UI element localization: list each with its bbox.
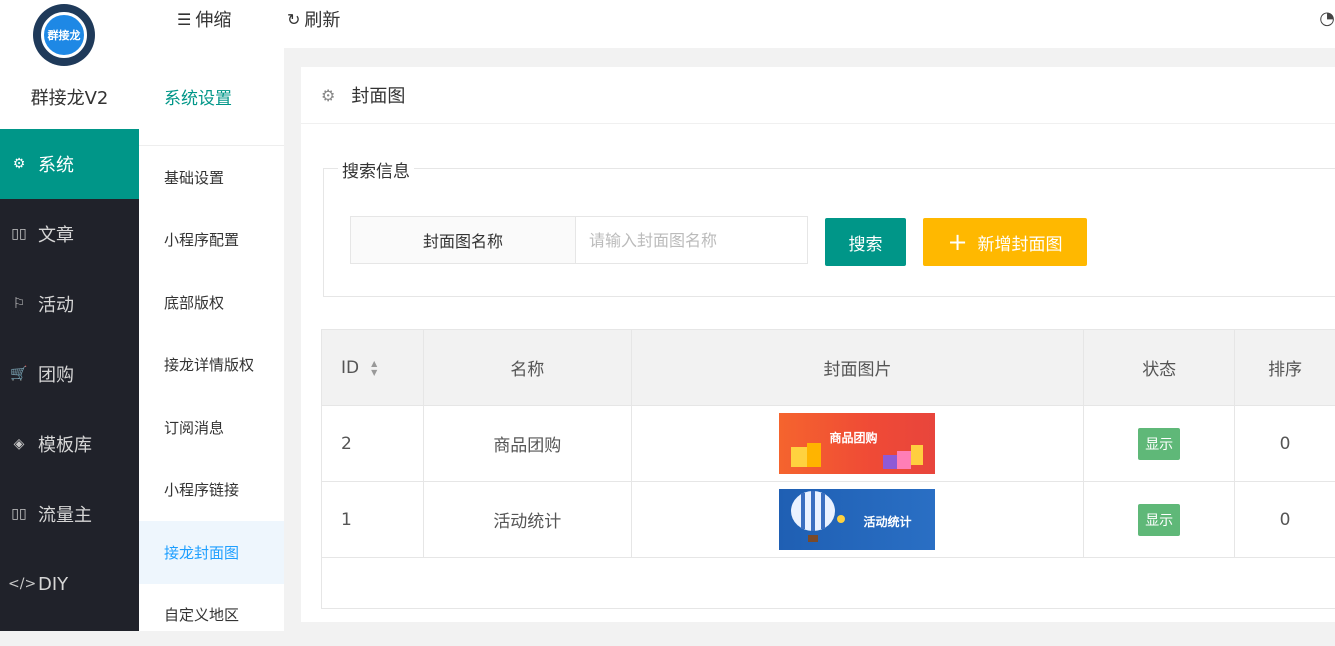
subnav-item-cover[interactable]: 接龙封面图 xyxy=(139,521,284,584)
sidebar-item-label: 系统 xyxy=(38,151,74,177)
plus-icon: + xyxy=(947,230,967,254)
sidebar-item-activity[interactable]: ⚐ 活动 xyxy=(0,269,139,339)
cell-status: 显示 xyxy=(1084,406,1235,481)
palette-icon[interactable]: ◔ xyxy=(1319,8,1335,29)
cell-sort: 0 xyxy=(1235,482,1335,557)
subnav-item-subscription[interactable]: 订阅消息 xyxy=(139,396,284,459)
search-button[interactable]: 搜索 xyxy=(825,218,906,266)
cart-icon: 🛒 xyxy=(8,366,30,382)
cell-sort: 0 xyxy=(1235,406,1335,481)
refresh-button[interactable]: ↻ 刷新 xyxy=(287,6,340,32)
sidebar-item-label: 流量主 xyxy=(38,501,92,527)
column-header-status: 状态 xyxy=(1084,330,1235,405)
sidebar-item-label: 模板库 xyxy=(38,431,92,457)
subnav-item-basic[interactable]: 基础设置 xyxy=(139,146,284,209)
top-bar: ☰ 伸缩 ↻ 刷新 ◔ xyxy=(139,0,1335,48)
collapse-button[interactable]: ☰ 伸缩 xyxy=(177,6,231,32)
logo: 群接龙 xyxy=(33,4,95,66)
subnav-item-footer-copyright[interactable]: 底部版权 xyxy=(139,271,284,334)
sidebar-item-diy[interactable]: </> DIY xyxy=(0,549,139,619)
column-header-name: 名称 xyxy=(424,330,632,405)
subnav-item-miniprogram[interactable]: 小程序配置 xyxy=(139,209,284,272)
logo-badge: 群接龙 xyxy=(41,12,87,58)
cover-thumbnail[interactable]: 商品团购 xyxy=(779,413,935,474)
subnav-item-links[interactable]: 小程序链接 xyxy=(139,459,284,522)
cell-name: 活动统计 xyxy=(424,482,632,557)
page-title: 封面图 xyxy=(351,82,405,108)
cell-image: 活动统计 xyxy=(632,482,1085,557)
flag-icon: ⚐ xyxy=(8,296,30,312)
gear-icon: ⚙ xyxy=(8,156,30,172)
cell-id: 1 xyxy=(322,482,424,557)
card-header: ⚙ 封面图 xyxy=(301,67,1335,124)
balloon-illustration xyxy=(779,489,935,550)
gear-icon: ⚙ xyxy=(321,86,335,105)
collapse-icon: ☰ xyxy=(177,10,191,29)
book-icon: ▯▯ xyxy=(8,226,30,242)
app-title: 群接龙V2 xyxy=(0,84,139,110)
add-cover-button[interactable]: + 新增封面图 xyxy=(923,218,1087,266)
add-cover-label: 新增封面图 xyxy=(978,230,1063,255)
search-input-group: 封面图名称 xyxy=(350,216,808,264)
code-icon: </> xyxy=(8,576,30,592)
refresh-icon: ↻ xyxy=(287,10,300,29)
sub-nav: 系统设置 基础设置 小程序配置 底部版权 接龙详情版权 订阅消息 小程序链接 接… xyxy=(139,48,284,631)
sidebar-item-templates[interactable]: ◈ 模板库 xyxy=(0,409,139,479)
search-legend: 搜索信息 xyxy=(338,157,414,182)
sidebar-item-system[interactable]: ⚙ 系统 xyxy=(0,129,139,199)
table-footer xyxy=(322,558,1335,608)
sort-icon[interactable]: ▲▼ xyxy=(371,359,377,377)
column-header-image: 封面图片 xyxy=(632,330,1085,405)
sidebar-item-label: 活动 xyxy=(38,291,74,317)
column-header-id[interactable]: ID ▲▼ xyxy=(322,330,424,405)
subnav-item-detail-copyright[interactable]: 接龙详情版权 xyxy=(139,334,284,397)
cell-image: 商品团购 xyxy=(632,406,1085,481)
gift-illustration xyxy=(779,413,935,474)
table-row: 2 商品团购 商品团购 显示 0 xyxy=(322,406,1335,482)
sidebar-item-articles[interactable]: ▯▯ 文章 xyxy=(0,199,139,269)
sidebar-item-groupbuy[interactable]: 🛒 团购 xyxy=(0,339,139,409)
logo-area: 群接龙 群接龙V2 xyxy=(0,0,139,129)
table-row: 1 活动统计 活动统计 显示 0 xyxy=(322,482,1335,558)
refresh-label: 刷新 xyxy=(304,6,340,32)
search-field-label: 封面图名称 xyxy=(351,217,576,263)
search-input[interactable] xyxy=(576,217,807,263)
cover-thumbnail-text: 活动统计 xyxy=(863,513,911,530)
collapse-label: 伸缩 xyxy=(195,6,231,32)
cell-name: 商品团购 xyxy=(424,406,632,481)
layers-icon: ◈ xyxy=(8,436,30,452)
status-badge: 显示 xyxy=(1138,428,1180,460)
subnav-title: 系统设置 xyxy=(139,48,284,146)
main-card: ⚙ 封面图 搜索信息 封面图名称 搜索 + 新增封面图 ID ▲▼ 名称 封面图… xyxy=(301,67,1335,622)
sidebar-item-label: 团购 xyxy=(38,361,74,387)
cell-status: 显示 xyxy=(1084,482,1235,557)
cell-id: 2 xyxy=(322,406,424,481)
sidebar-item-traffic[interactable]: ▯▯ 流量主 xyxy=(0,479,139,549)
table-header: ID ▲▼ 名称 封面图片 状态 排序 xyxy=(322,330,1335,406)
status-badge: 显示 xyxy=(1138,504,1180,536)
subnav-item-region[interactable]: 自定义地区 xyxy=(139,584,284,646)
sidebar-item-label: 文章 xyxy=(38,221,74,247)
sidebar-item-label: DIY xyxy=(38,574,68,595)
column-header-sort: 排序 xyxy=(1235,330,1335,405)
cover-thumbnail[interactable]: 活动统计 xyxy=(779,489,935,550)
cover-table: ID ▲▼ 名称 封面图片 状态 排序 2 商品团购 商品团购 xyxy=(321,329,1335,609)
search-fieldset: 搜索信息 封面图名称 搜索 + 新增封面图 xyxy=(323,168,1335,297)
main-sidebar: 群接龙 群接龙V2 ⚙ 系统 ▯▯ 文章 ⚐ 活动 🛒 团购 ◈ 模板库 ▯▯ … xyxy=(0,0,139,631)
columns-icon: ▯▯ xyxy=(8,506,30,522)
